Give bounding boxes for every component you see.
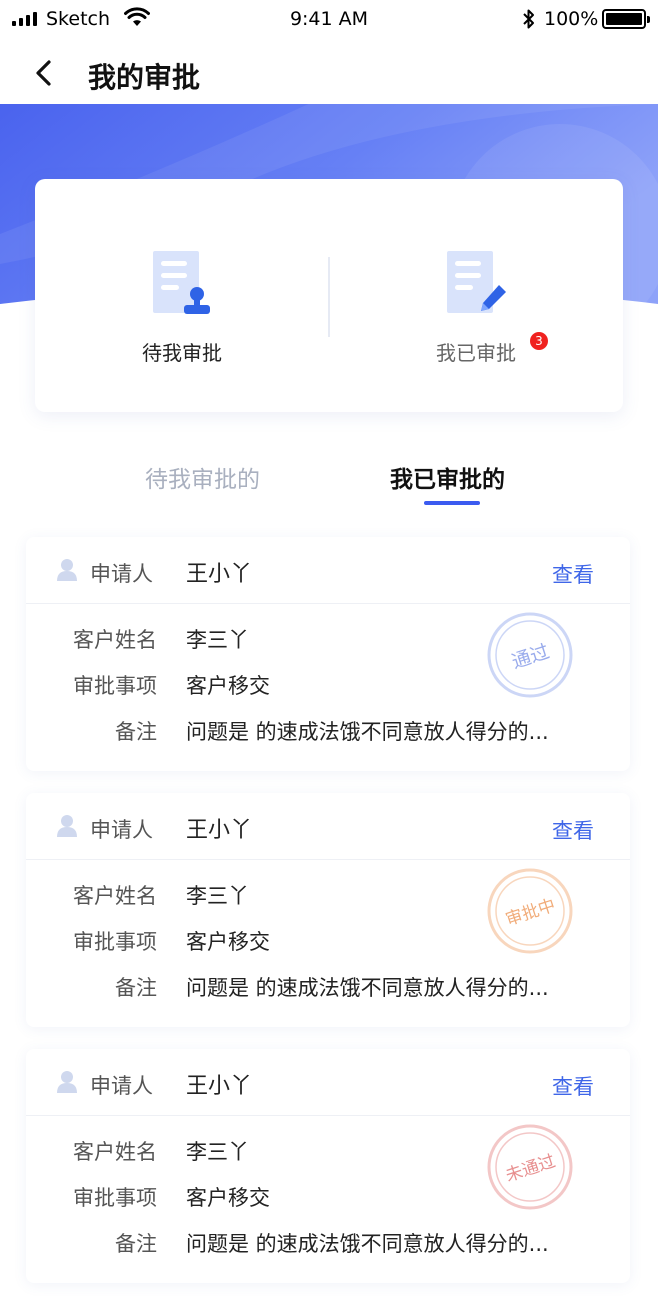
- bluetooth-icon: [523, 9, 534, 29]
- note-label: 备注: [115, 720, 157, 744]
- customer-label: 客户姓名: [73, 1140, 157, 1164]
- applicant-name: 王小丫: [186, 1074, 253, 1099]
- record-header: 申请人 王小丫 查看: [26, 1049, 630, 1116]
- pending-approval-label: 待我审批: [142, 341, 222, 365]
- note-value: 问题是 的速成法饿不同意放人得分的...: [186, 976, 549, 1000]
- matter-label: 审批事项: [73, 1186, 157, 1210]
- customer-label: 客户姓名: [73, 884, 157, 908]
- matter-value: 客户移交: [186, 930, 270, 954]
- record-header: 申请人 王小丫 查看: [26, 793, 630, 860]
- tab-pending[interactable]: 待我审批的: [145, 460, 260, 494]
- approval-tabs: 待我审批的 我已审批的: [0, 440, 658, 510]
- applicant-label: 申请人: [90, 1074, 153, 1098]
- status-stamp: 未通过: [487, 1124, 573, 1210]
- customer-label: 客户姓名: [73, 628, 157, 652]
- applicant-name: 王小丫: [186, 562, 253, 587]
- tab-done[interactable]: 我已审批的: [390, 460, 505, 494]
- nav-bar: 我的审批: [0, 40, 658, 104]
- status-stamp-text: 通过: [509, 641, 552, 674]
- user-icon: [57, 1071, 77, 1093]
- page-title: 我的审批: [88, 61, 201, 94]
- customer-name: 李三丫: [186, 628, 249, 652]
- status-stamp: 审批中: [487, 868, 573, 954]
- approval-record: 申请人 王小丫 查看 客户姓名 李三丫 审批事项 客户移交 备注 问题是 的速成…: [26, 537, 630, 771]
- record-header: 申请人 王小丫 查看: [26, 537, 630, 604]
- applicant-name: 王小丫: [186, 818, 253, 843]
- battery-icon: [602, 9, 650, 29]
- approval-record: 申请人 王小丫 查看 客户姓名 李三丫 审批事项 客户移交 备注 问题是 的速成…: [26, 793, 630, 1027]
- note-label: 备注: [115, 976, 157, 1000]
- note-row: 备注 问题是 的速成法饿不同意放人得分的...: [26, 1228, 630, 1258]
- user-icon: [57, 815, 77, 837]
- pending-approval-icon: [153, 251, 210, 314]
- note-value: 问题是 的速成法饿不同意放人得分的...: [186, 1232, 549, 1256]
- customer-name: 李三丫: [186, 1140, 249, 1164]
- done-approval-icon: [447, 251, 506, 313]
- active-tab-indicator: [424, 501, 480, 505]
- done-approval-badge: 3: [530, 332, 548, 350]
- approval-page: Sketch 9:41 AM 100% 我的审批 待我审批 我已审批 3 待我审…: [0, 0, 658, 1302]
- done-approval-entry[interactable]: 我已审批 3: [329, 179, 623, 412]
- note-value: 问题是 的速成法饿不同意放人得分的...: [186, 720, 549, 744]
- matter-label: 审批事项: [73, 674, 157, 698]
- note-row: 备注 问题是 的速成法饿不同意放人得分的...: [26, 716, 630, 746]
- view-link[interactable]: 查看: [552, 559, 594, 589]
- pending-approval-entry[interactable]: 待我审批: [35, 179, 329, 412]
- view-link[interactable]: 查看: [552, 1071, 594, 1101]
- user-icon: [57, 559, 77, 581]
- view-link[interactable]: 查看: [552, 815, 594, 845]
- status-bar: Sketch 9:41 AM 100%: [0, 0, 658, 40]
- matter-label: 审批事项: [73, 930, 157, 954]
- applicant-label: 申请人: [90, 818, 153, 842]
- matter-value: 客户移交: [186, 674, 270, 698]
- summary-card: 待我审批 我已审批 3: [35, 179, 623, 412]
- status-stamp-text: 未通过: [503, 1152, 558, 1187]
- customer-name: 李三丫: [186, 884, 249, 908]
- done-approval-label: 我已审批: [436, 341, 516, 365]
- matter-value: 客户移交: [186, 1186, 270, 1210]
- status-stamp-text: 审批中: [503, 896, 558, 931]
- note-row: 备注 问题是 的速成法饿不同意放人得分的...: [26, 972, 630, 1002]
- battery-percent: 100%: [544, 8, 599, 30]
- note-label: 备注: [115, 1232, 157, 1256]
- approval-record: 申请人 王小丫 查看 客户姓名 李三丫 审批事项 客户移交 备注 问题是 的速成…: [26, 1049, 630, 1283]
- back-icon[interactable]: [30, 58, 60, 88]
- applicant-label: 申请人: [90, 562, 153, 586]
- status-stamp: 通过: [487, 612, 573, 698]
